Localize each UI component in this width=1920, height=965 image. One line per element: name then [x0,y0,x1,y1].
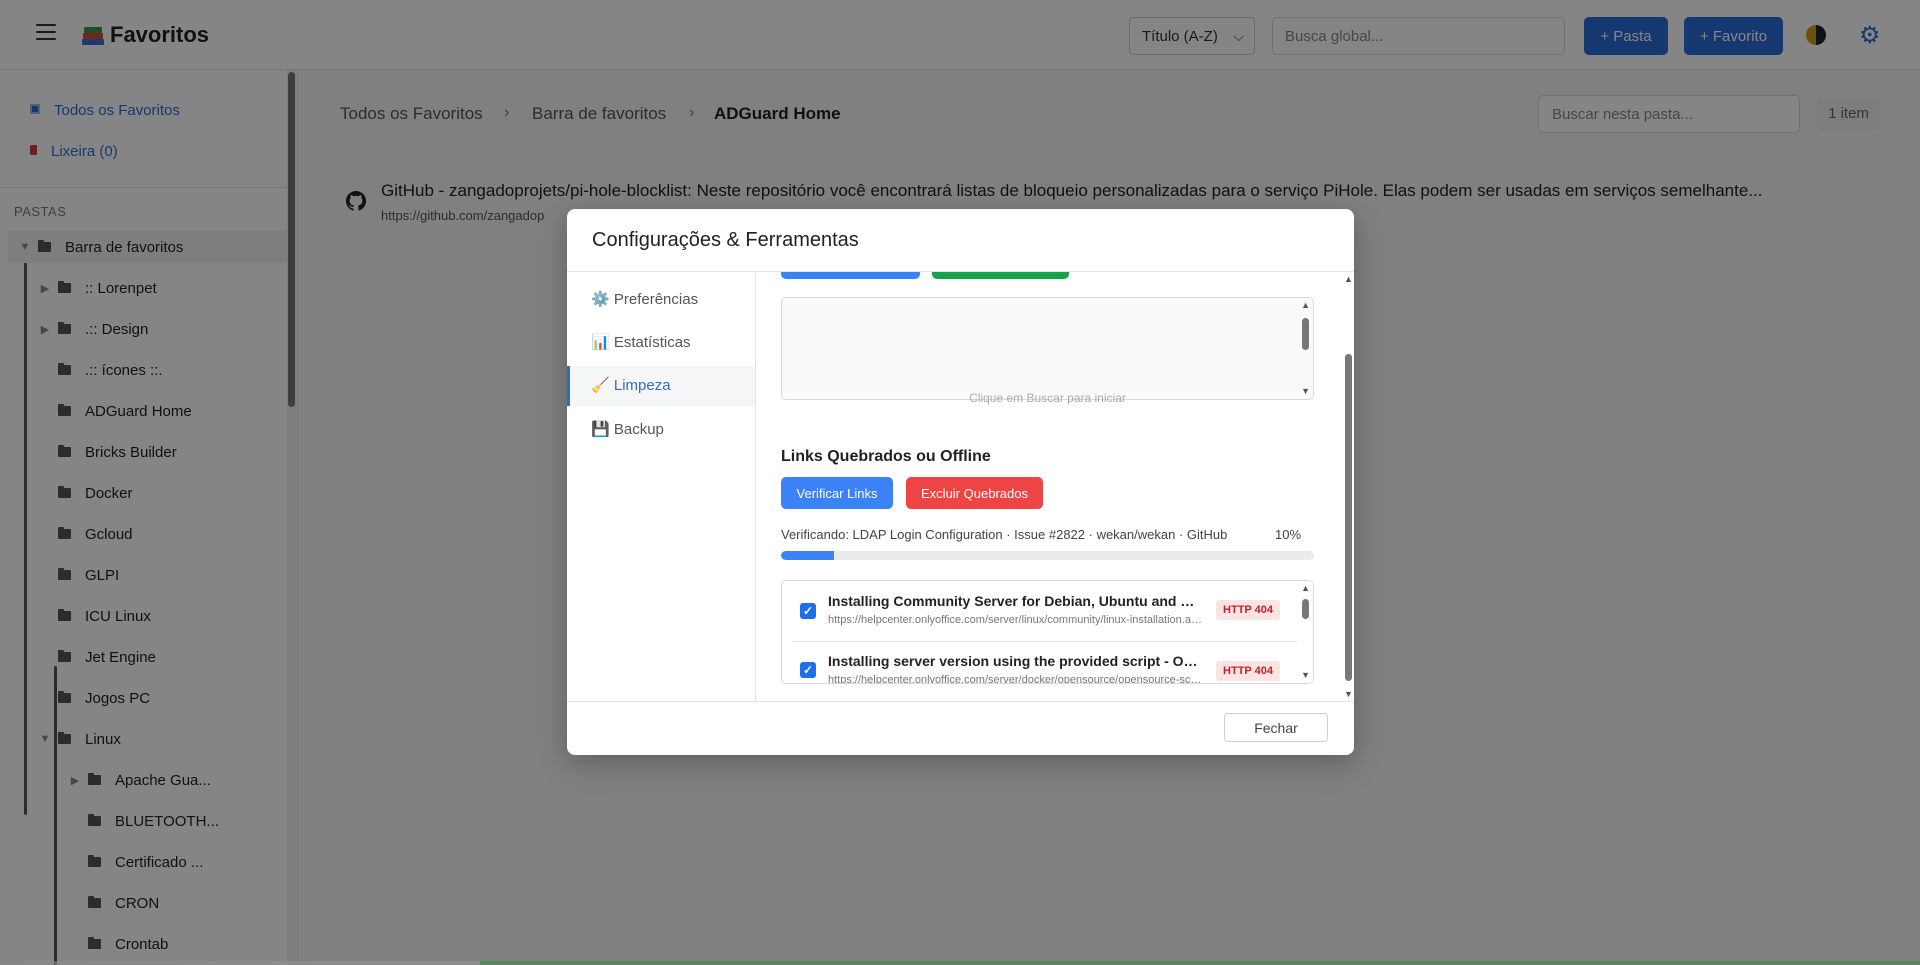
close-button[interactable]: Fechar [1224,713,1328,742]
scrolled-button[interactable] [932,272,1069,279]
nav-label: Limpeza [613,377,671,394]
progress-status: Verificando: LDAP Login Configuration · … [781,527,1228,542]
scrollbar-thumb[interactable] [1345,354,1352,681]
nav-backup[interactable]: 💾 Backup [567,410,755,450]
nav-preferences[interactable]: ⚙️ Preferências [567,280,755,320]
progress-bar [781,551,1314,560]
cleanup-panel: Clique em Buscar para iniciar ▲ ▼ Links … [756,272,1354,701]
gear-icon: ⚙️ [591,291,610,308]
result-url: https://helpcenter.onlyoffice.com/server… [828,614,1202,626]
log-box[interactable]: Clique em Buscar para iniciar ▲ ▼ [781,297,1314,405]
nav-label: Preferências [613,291,699,308]
nav-statistics[interactable]: 📊 Estatísticas [567,323,755,363]
verify-links-button[interactable]: Verificar Links [781,477,893,509]
progress-percent: 10% [1275,527,1302,542]
log-hint: Clique em Buscar para iniciar [969,391,1126,405]
delete-broken-button[interactable]: Excluir Quebrados [906,477,1043,509]
scroll-up-icon[interactable]: ▲ [1301,300,1310,310]
modal-nav: ⚙️ Preferências 📊 Estatísticas 🧹 Limpeza… [567,272,756,701]
nav-label: Estatísticas [613,334,691,351]
broom-icon: 🧹 [591,377,610,394]
scroll-up-icon[interactable]: ▲ [1344,274,1353,284]
scroll-up-icon[interactable]: ▲ [1301,583,1310,593]
result-url: https://helpcenter.onlyoffice.com/server… [828,674,1202,684]
status-badge: HTTP 404 [1216,661,1280,681]
broken-links-list: ✓ Installing Community Server for Debian… [781,580,1314,684]
modal-footer-divider [567,701,1354,702]
scrollbar-thumb[interactable] [1302,318,1309,350]
settings-modal: Configurações & Ferramentas ⚙️ Preferênc… [567,209,1354,755]
row-checkbox[interactable]: ✓ [800,603,816,619]
scroll-down-icon[interactable]: ▼ [1301,670,1310,680]
nav-cleanup[interactable]: 🧹 Limpeza [567,366,755,406]
row-checkbox[interactable]: ✓ [800,662,816,678]
result-title: Installing Community Server for Debian, … [828,593,1202,609]
scrolled-button[interactable] [781,272,920,279]
chart-icon: 📊 [591,334,610,351]
floppy-icon: 💾 [591,421,610,438]
broken-links-title: Links Quebrados ou Offline [781,448,991,465]
progress-fill [781,551,835,560]
result-title: Installing server version using the prov… [828,653,1202,669]
nav-label: Backup [613,421,664,438]
panel-scrollbar[interactable]: ▲ ▼ [1344,272,1354,701]
list-item[interactable]: ✓ Installing Community Server for Debian… [782,581,1297,642]
scroll-down-icon[interactable]: ▼ [1301,386,1310,396]
scroll-down-icon[interactable]: ▼ [1344,689,1353,699]
scrollbar-thumb[interactable] [1302,599,1309,619]
status-badge: HTTP 404 [1216,600,1280,620]
bottom-edge [0,961,1920,965]
modal-title: Configurações & Ferramentas [592,229,859,251]
list-item[interactable]: ✓ Installing server version using the pr… [782,642,1296,684]
